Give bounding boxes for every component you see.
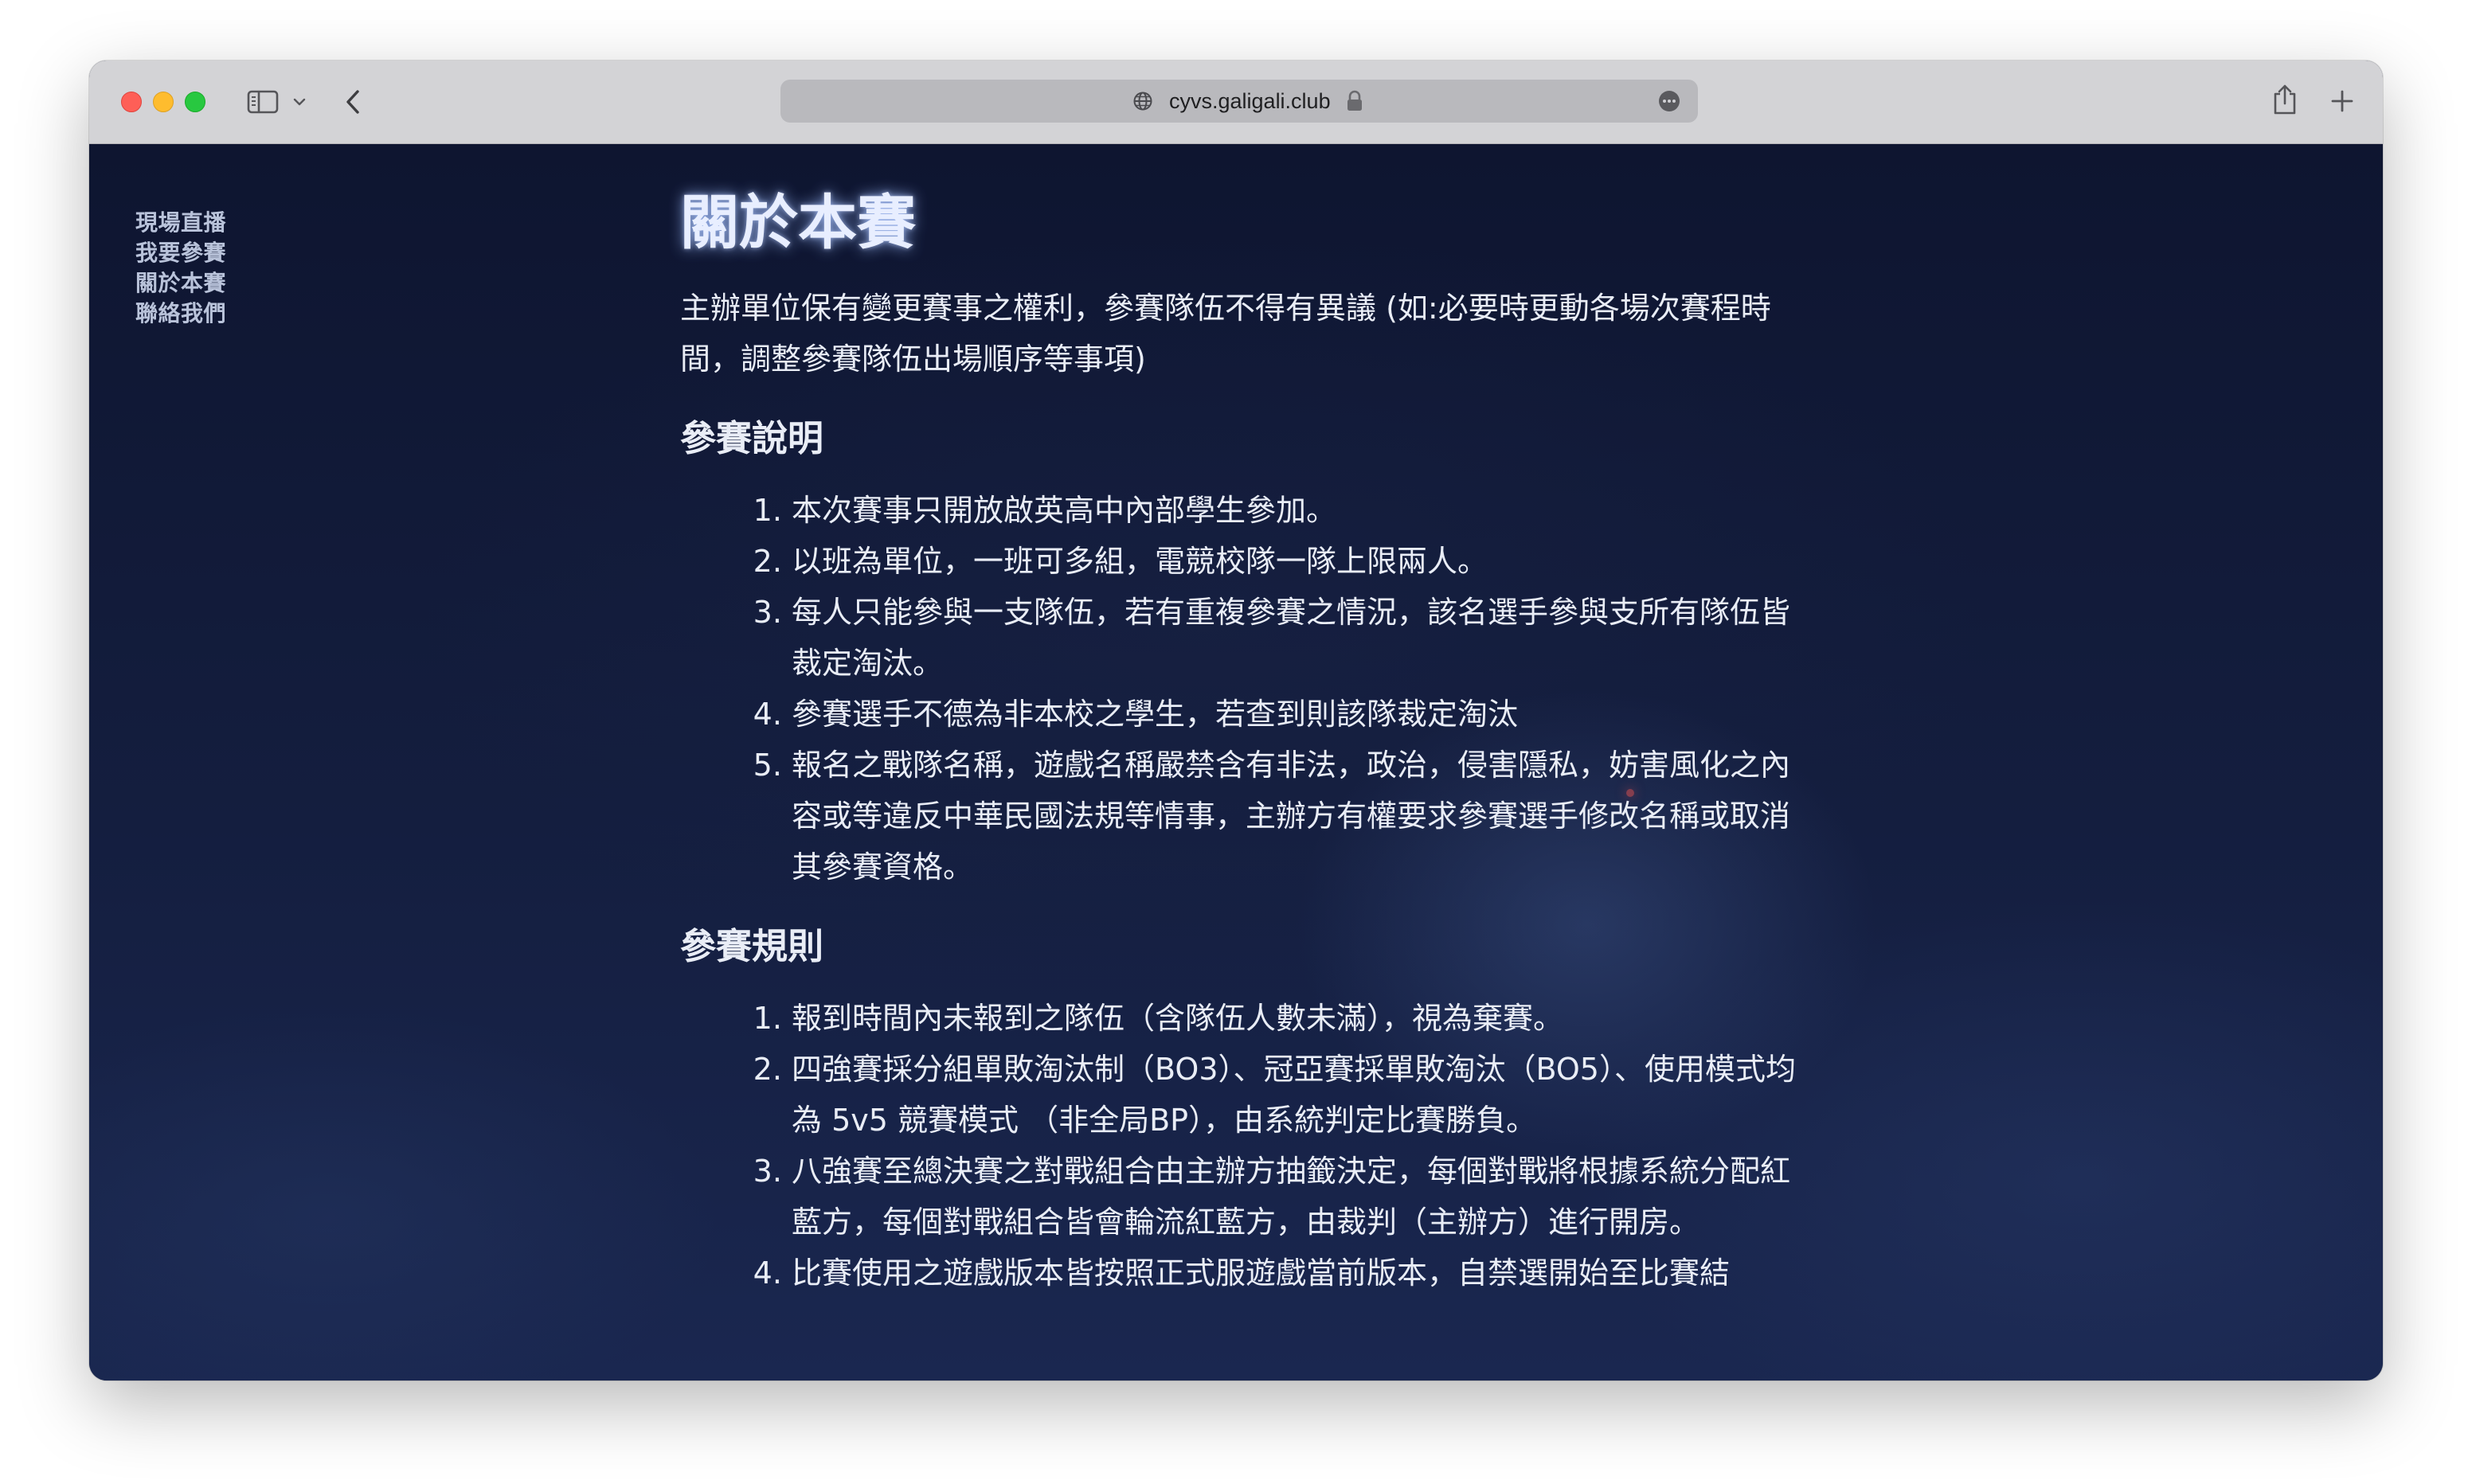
globe-icon [1132,91,1153,115]
rules-list: 報到時間內未報到之隊伍（含隊伍人數未滿），視為棄賽。 四強賽採分組單敗淘汰制（B… [680,993,1811,1298]
list-item: 報到時間內未報到之隊伍（含隊伍人數未滿），視為棄賽。 [792,993,1811,1044]
article: 關於本賽 主辦單位保有變更賽事之權利，參賽隊伍不得有異議 (如:必要時更動各場次… [680,144,1811,1298]
nav-item-register[interactable]: 我要參賽 [135,238,226,268]
sidebar-toggle-icon[interactable] [245,88,280,116]
lock-icon [1346,90,1363,115]
section-heading-description: 參賽說明 [680,417,824,459]
list-item: 每人只能參與一支隊伍，若有重複參賽之情況，該名選手參與支所有隊伍皆裁定淘汰。 [792,587,1811,689]
list-item: 以班為單位，一班可多組，電競校隊一隊上限兩人。 [792,536,1811,587]
nav-item-about[interactable]: 關於本賽 [135,268,226,299]
page-title: 關於本賽 [680,189,916,257]
chevron-down-icon[interactable] [291,94,307,110]
new-tab-icon[interactable] [2329,88,2356,115]
back-icon[interactable] [341,88,365,116]
side-navigation: 現場直播 我要參賽 關於本賽 聯絡我們 [135,208,226,329]
page-menu-icon[interactable] [1658,90,1680,115]
intro-paragraph: 主辦單位保有變更賽事之權利，參賽隊伍不得有異議 (如:必要時更動各場次賽程時間，… [680,291,1771,377]
nav-item-contact[interactable]: 聯絡我們 [135,299,226,329]
list-item: 本次賽事只開放啟英高中內部學生參加。 [792,485,1811,536]
url-text: cyvs.galigali.club [1169,89,1331,113]
list-item: 參賽選手不德為非本校之學生，若查到則該隊裁定淘汰 [792,689,1811,740]
list-item: 八強賽至總決賽之對戰組合由主辦方抽籤決定，每個對戰將根據系統分配紅藍方，每個對戰… [792,1146,1811,1248]
zoom-window-button[interactable] [185,92,205,112]
section-heading-rules: 參賽規則 [680,925,824,967]
list-item: 四強賽採分組單敗淘汰制（BO3）、冠亞賽採單敗淘汰（BO5）、使用模式均為 5v… [792,1044,1811,1146]
web-page: 現場直播 我要參賽 關於本賽 聯絡我們 關於本賽 主辦單位保有變更賽事之權利，參… [89,144,2383,1381]
minimize-window-button[interactable] [153,92,174,112]
description-list: 本次賽事只開放啟英高中內部學生參加。 以班為單位，一班可多組，電競校隊一隊上限兩… [680,485,1811,892]
close-window-button[interactable] [121,92,142,112]
share-icon[interactable] [2271,81,2298,118]
browser-toolbar: cyvs.galigali.club [89,61,2383,144]
nav-item-live[interactable]: 現場直播 [135,208,226,238]
browser-window: cyvs.galigali.club 現場直播 我要參賽 關於本賽 聯絡我們 關… [89,61,2383,1381]
list-item: 比賽使用之遊戲版本皆按照正式服遊戲當前版本，自禁選開始至比賽結 [792,1248,1811,1298]
list-item: 報名之戰隊名稱，遊戲名稱嚴禁含有非法，政治，侵害隱私，妨害風化之內容或等違反中華… [792,740,1811,892]
address-bar[interactable]: cyvs.galigali.club [780,80,1698,123]
